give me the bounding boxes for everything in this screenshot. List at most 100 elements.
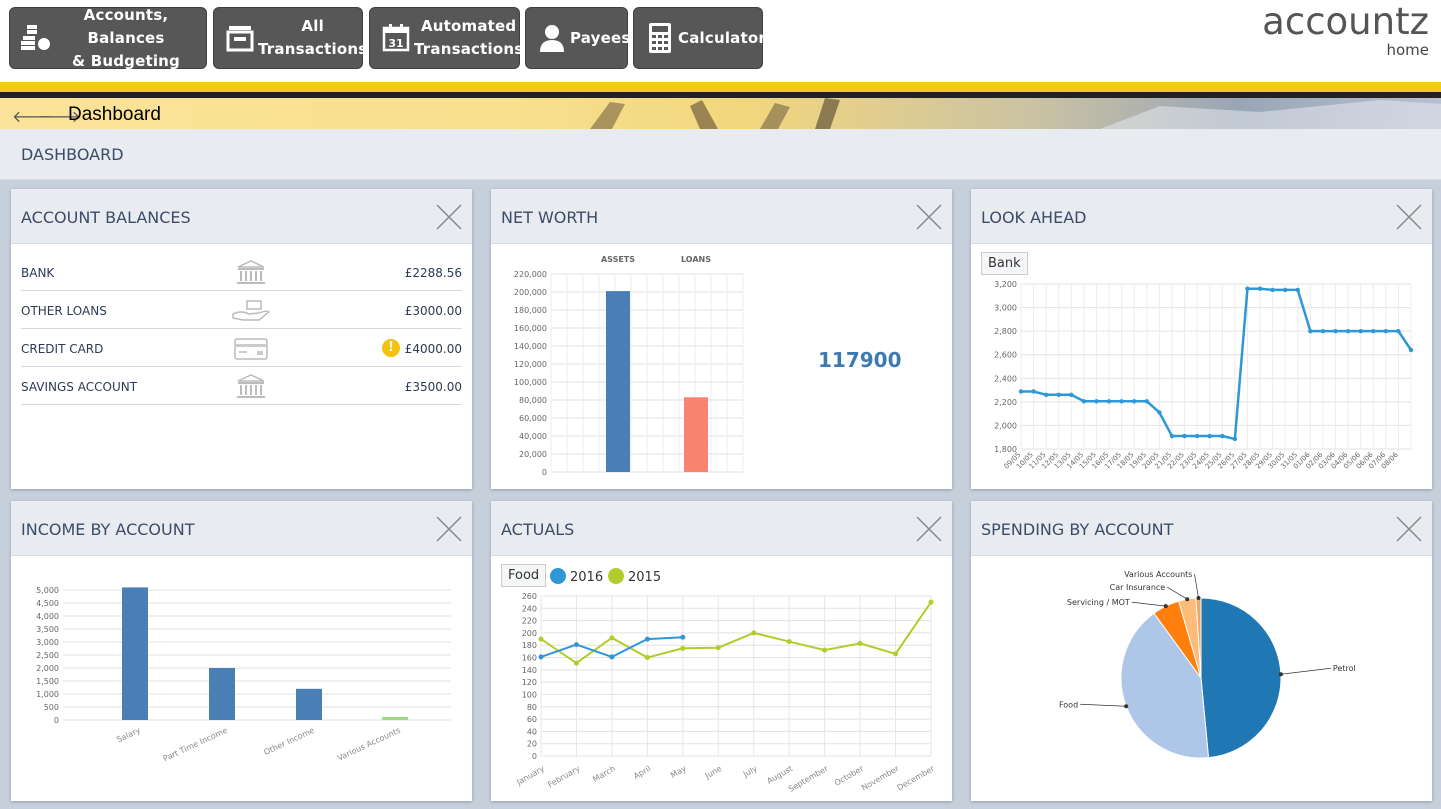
bar xyxy=(296,688,322,720)
close-icon[interactable] xyxy=(1396,204,1422,230)
y-tick-label: 40 xyxy=(527,727,537,736)
close-icon[interactable] xyxy=(1396,516,1422,542)
account-row[interactable]: BANK £2288.56 xyxy=(21,253,462,291)
x-tick-label: January xyxy=(514,764,546,788)
data-point xyxy=(1396,328,1401,334)
close-icon[interactable] xyxy=(916,204,942,230)
x-category-label: ASSETS xyxy=(601,255,635,264)
data-point xyxy=(1282,287,1288,293)
panel-income-by-account: INCOME BY ACCOUNT 0 500 1,000 1,500 2,000 2,5… xyxy=(11,501,472,801)
data-point xyxy=(538,636,544,642)
y-tick-label: 140 xyxy=(522,666,537,675)
y-tick-label: 60 xyxy=(527,715,537,724)
banner-decoration xyxy=(590,98,1441,129)
panel-title: SPENDING BY ACCOUNT xyxy=(981,520,1174,539)
account-row[interactable]: CREDIT CARD ! £4000.00 xyxy=(21,329,462,367)
data-point xyxy=(1383,328,1389,334)
pie-label: Various Accounts xyxy=(1124,570,1192,579)
bar xyxy=(684,397,708,472)
y-tick-label: 2,000 xyxy=(36,664,59,673)
data-point xyxy=(1106,399,1112,404)
close-icon[interactable] xyxy=(436,204,462,230)
account-row[interactable]: OTHER LOANS £3000.00 xyxy=(21,291,462,329)
y-tick-label: 180 xyxy=(522,641,537,650)
breadcrumb-title: Dashboard xyxy=(68,104,161,125)
pie-slice xyxy=(1200,597,1282,759)
nav-accounts-button[interactable]: Accounts, Balances & Budgeting xyxy=(9,6,207,70)
account-row[interactable]: SAVINGS ACCOUNT £3500.00 xyxy=(21,367,462,405)
data-point xyxy=(1245,286,1250,291)
nav-automated-transactions-button[interactable]: 31 Automated Transactions xyxy=(369,7,523,69)
app-logo: accountz home xyxy=(1262,2,1429,60)
data-point xyxy=(1408,347,1414,353)
data-point xyxy=(1018,389,1024,394)
data-point xyxy=(1043,392,1049,397)
panel-header: NET WORTH xyxy=(491,189,952,244)
x-tick-label: September xyxy=(787,764,830,794)
data-point xyxy=(1031,389,1036,394)
dashboard-content: ACCOUNT BALANCES BANK £2288.56 OTHER LOA… xyxy=(0,180,1441,809)
data-point xyxy=(1069,392,1074,397)
account-amount: £3000.00 xyxy=(404,304,462,318)
data-point xyxy=(573,660,579,666)
y-tick-label: 200,000 xyxy=(514,288,547,297)
nav-calculator-button[interactable]: Calculator xyxy=(633,7,766,69)
y-tick-label: 80,000 xyxy=(519,396,547,405)
bank-building-icon xyxy=(237,260,265,284)
y-tick-label: 240 xyxy=(522,604,537,613)
y-tick-label: 0 xyxy=(542,468,547,477)
legend-label: 2016 xyxy=(570,570,603,585)
y-tick-label: 60,000 xyxy=(519,414,547,423)
y-tick-label: 4,000 xyxy=(36,612,59,621)
y-tick-label: 4,500 xyxy=(36,599,59,608)
pie-label: Car Insurance xyxy=(1110,583,1166,592)
x-tick-label: August xyxy=(765,764,794,786)
data-point xyxy=(1295,287,1300,293)
x-tick-label: March xyxy=(591,764,617,784)
y-tick-label: 100 xyxy=(522,690,537,699)
nav-all-transactions-button[interactable]: All Transactions xyxy=(213,7,367,69)
look-ahead-chart: 1,8002,0002,2002,4002,6002,8003,0003,200… xyxy=(994,280,1414,471)
close-icon[interactable] xyxy=(916,516,942,542)
y-tick-label: 120,000 xyxy=(514,360,547,369)
panel-body: Food 0 20 40 60 80 100 120 140 160 180 200 220 240 26… xyxy=(491,556,952,800)
bank-building-icon xyxy=(237,374,265,398)
y-tick-label: 5,000 xyxy=(36,586,59,595)
y-tick-label: 80 xyxy=(527,703,537,712)
breadcrumb: 🡐 🡒 Dashboard xyxy=(0,98,1441,129)
accent-stripe xyxy=(0,82,1441,92)
data-point xyxy=(1157,410,1162,415)
data-point xyxy=(715,645,721,651)
person-icon xyxy=(534,20,570,56)
y-tick-label: 100,000 xyxy=(514,378,547,387)
y-tick-label: 120 xyxy=(522,678,537,687)
panel-net-worth: NET WORTH 0 20,000 40,000 60,000 80,000 100,0… xyxy=(491,189,952,489)
data-point xyxy=(1094,399,1099,404)
bar xyxy=(209,668,235,720)
nav-payees-button[interactable]: Payees xyxy=(525,7,631,69)
data-point xyxy=(857,640,863,646)
pie-leader-line xyxy=(1080,703,1127,707)
net-worth-value: 117900 xyxy=(818,348,902,372)
account-selector-button[interactable]: Bank xyxy=(981,252,1028,275)
y-tick-label: 200 xyxy=(522,629,537,638)
logo-sub: home xyxy=(1386,41,1429,59)
nav-payees-label: Payees xyxy=(570,28,631,47)
y-tick-label: 140,000 xyxy=(514,342,547,351)
credit-card-icon xyxy=(234,338,268,360)
close-icon[interactable] xyxy=(436,516,462,542)
top-toolbar: Accounts, Balances & Budgeting All Trans… xyxy=(0,0,1441,82)
data-point xyxy=(1220,433,1225,439)
panel-header: ACCOUNT BALANCES xyxy=(11,189,472,244)
x-category-label: LOANS xyxy=(681,255,711,264)
y-tick-label: 3,000 xyxy=(36,638,59,647)
data-point xyxy=(1081,399,1087,404)
data-point xyxy=(1132,399,1137,404)
data-point xyxy=(609,635,615,641)
x-category-label: Salary xyxy=(115,726,142,745)
panel-account-balances: ACCOUNT BALANCES BANK £2288.56 OTHER LOA… xyxy=(11,189,472,489)
svg-text:31: 31 xyxy=(388,37,403,50)
pie-leader-line xyxy=(1167,586,1188,600)
y-tick-label: 220 xyxy=(522,617,537,626)
legend-swatch xyxy=(608,568,624,584)
